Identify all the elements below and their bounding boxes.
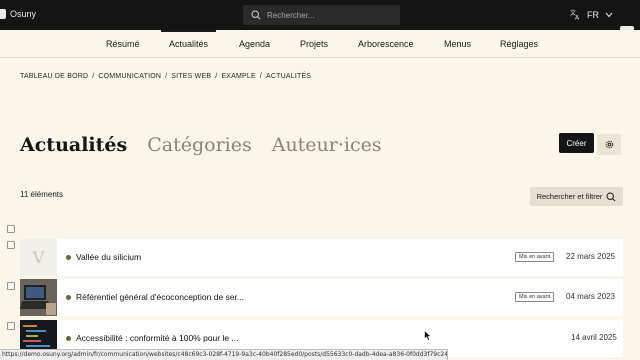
select-all-checkbox[interactable]	[7, 225, 15, 233]
nav-item-actualites[interactable]: Actualités	[160, 30, 217, 58]
brand-name: Osuny	[10, 9, 37, 19]
mouse-cursor-icon	[424, 330, 432, 341]
nav-item-projets[interactable]: Projets	[300, 30, 328, 58]
nav-item-resume[interactable]: Résumé	[106, 30, 140, 58]
breadcrumb-separator: /	[92, 73, 95, 80]
chevron-down-icon	[605, 12, 613, 17]
row-checkbox[interactable]	[7, 241, 15, 249]
create-button[interactable]: Créer	[559, 133, 594, 153]
breadcrumb-separator: /	[215, 73, 218, 80]
table-row[interactable]: V Vallée du silicium Mis en avant 22 mar…	[20, 239, 623, 276]
post-title[interactable]: Accessibilité : conformité à 100% pour l…	[76, 333, 239, 343]
language-selector[interactable]: 文 A FR	[570, 9, 613, 20]
search-filter-button[interactable]: Rechercher et filtrer	[530, 187, 623, 206]
breadcrumb: TABLEAU DE BORD / COMMUNICATION / SITES …	[20, 73, 311, 80]
search-field[interactable]: Rechercher...	[243, 5, 400, 25]
breadcrumb-current: ACTUALITÉS	[266, 73, 312, 80]
featured-badge: Mis en avant	[515, 292, 555, 302]
search-icon	[251, 10, 261, 20]
post-date: 14 avril 2025	[571, 333, 617, 342]
gear-icon	[605, 140, 613, 149]
settings-button[interactable]	[597, 134, 621, 155]
svg-text:A: A	[575, 15, 580, 21]
search-placeholder: Rechercher...	[267, 10, 315, 20]
nav-item-menus[interactable]: Menus	[444, 30, 471, 58]
nav-item-arborescence[interactable]: Arborescence	[358, 30, 414, 58]
breadcrumb-separator: /	[259, 73, 262, 80]
status-dot	[66, 255, 71, 260]
filter-label: Rechercher et filtrer	[536, 192, 603, 201]
nav-item-reglages[interactable]: Réglages	[500, 30, 538, 58]
thumbnail-letter: V	[32, 248, 45, 267]
osuny-logo-icon	[0, 9, 6, 19]
link-status-bar: https://demo.osuny.org/admin/fr/communic…	[0, 349, 448, 360]
brand-link[interactable]: Osuny	[0, 9, 36, 19]
search-icon	[606, 191, 616, 202]
breadcrumb-separator: /	[165, 73, 168, 80]
top-bar: Osuny Rechercher... 文 A FR	[0, 0, 640, 30]
breadcrumb-example[interactable]: EXAMPLE	[221, 73, 255, 80]
post-date: 22 mars 2025	[566, 252, 615, 261]
post-title[interactable]: Vallée du silicium	[76, 252, 141, 262]
featured-badge: Mis en avant	[515, 252, 555, 262]
row-checkbox[interactable]	[7, 282, 15, 290]
breadcrumb-communication[interactable]: COMMUNICATION	[98, 73, 161, 80]
post-title[interactable]: Référentiel général d'écoconception de s…	[76, 292, 244, 302]
post-thumbnail	[20, 279, 57, 316]
translate-icon: 文 A	[570, 9, 580, 21]
tab-authors[interactable]: Auteur·ices	[272, 134, 382, 156]
nav-item-agenda[interactable]: Agenda	[239, 30, 270, 58]
laptop-photo-image	[20, 279, 57, 316]
breadcrumb-websites[interactable]: SITES WEB	[171, 73, 211, 80]
section-tabs: Actualités Catégories Auteur·ices	[20, 134, 382, 156]
status-dot	[66, 295, 71, 300]
status-dot	[66, 336, 71, 341]
item-count: 11 éléments	[20, 190, 63, 199]
tab-categories[interactable]: Catégories	[147, 134, 252, 156]
post-thumbnail: V	[20, 239, 57, 276]
post-date: 04 mars 2023	[566, 292, 615, 301]
table-row[interactable]: Référentiel général d'écoconception de s…	[20, 279, 623, 316]
language-label: FR	[587, 9, 599, 20]
tab-actualites[interactable]: Actualités	[20, 134, 127, 156]
breadcrumb-dashboard[interactable]: TABLEAU DE BORD	[20, 73, 88, 80]
row-checkbox[interactable]	[7, 322, 15, 330]
website-nav: Résumé Actualités Agenda Projets Arbores…	[0, 30, 640, 58]
